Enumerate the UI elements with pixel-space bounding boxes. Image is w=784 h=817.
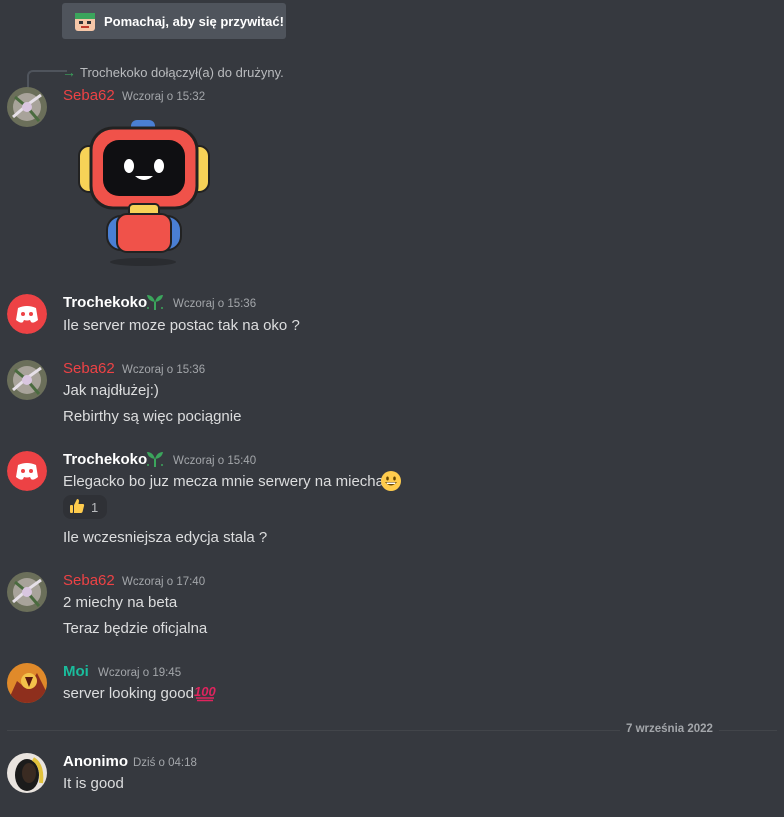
author-name[interactable]: Anonimo: [63, 753, 128, 770]
message-timestamp: Wczoraj o 17:40: [122, 576, 206, 588]
message-timestamp: Dziś o 04:18: [133, 757, 197, 769]
message-timestamp: Wczoraj o 15:40: [173, 455, 257, 467]
avatar-trochekoko[interactable]: [7, 451, 47, 491]
reaction-count: 1: [91, 499, 99, 515]
avatar-seba62[interactable]: [7, 87, 47, 127]
message-text: server looking good: [63, 685, 194, 702]
message-timestamp: Wczoraj o 15:36: [122, 364, 206, 376]
leaf-badge-icon[interactable]: [144, 449, 166, 474]
message-text: Rebirthy są więc pociągnie: [63, 408, 242, 425]
message-text: Elegacko bo juz mecza mnie serwery na mi…: [63, 473, 384, 490]
join-arrow-icon: →: [62, 64, 76, 80]
avatar-seba62[interactable]: [7, 572, 47, 612]
author-name[interactable]: Seba62: [63, 87, 115, 104]
avatar-moi[interactable]: [7, 663, 47, 703]
date-divider: 7 września 2022: [620, 723, 719, 735]
thumbs-up-emoji: [69, 498, 85, 517]
wave-sticker-icon: [72, 7, 98, 36]
hundred-points-emoji: 100: [194, 682, 218, 707]
message-timestamp: Wczoraj o 15:32: [122, 91, 206, 103]
leaf-badge-icon[interactable]: [144, 292, 166, 317]
message-text: Jak najdłużej:): [63, 382, 159, 399]
author-name[interactable]: Trochekoko: [63, 294, 147, 311]
wave-button-label: Pomachaj, aby się przywitać!: [104, 13, 284, 29]
author-name[interactable]: Seba62: [63, 572, 115, 589]
wave-to-say-hi-button[interactable]: Pomachaj, aby się przywitać!: [62, 3, 286, 39]
message-text: Ile wczesniejsza edycja stala ?: [63, 529, 268, 546]
robot-sticker[interactable]: [77, 118, 211, 273]
avatar-seba62[interactable]: [7, 360, 47, 400]
system-join-message: Trochekoko dołączył(a) do drużyny.: [80, 65, 284, 80]
message-timestamp: Wczoraj o 15:36: [173, 298, 257, 310]
author-name[interactable]: Seba62: [63, 360, 115, 377]
reply-connector: [27, 70, 67, 88]
message-text: It is good: [63, 775, 124, 792]
avatar-trochekoko[interactable]: [7, 294, 47, 334]
author-name[interactable]: Trochekoko: [63, 451, 147, 468]
avatar-anonimo[interactable]: [7, 753, 47, 793]
message-text: Teraz będzie oficjalna: [63, 620, 208, 637]
svg-text:100: 100: [194, 684, 216, 699]
grinning-face-emoji: [380, 470, 402, 497]
message-text: Ile server moze postac tak na oko ?: [63, 317, 300, 334]
message-timestamp: Wczoraj o 19:45: [98, 667, 182, 679]
author-name[interactable]: Moi: [63, 663, 89, 680]
message-text: 2 miechy na beta: [63, 594, 178, 611]
reaction-thumbs-up[interactable]: 1: [63, 495, 107, 519]
